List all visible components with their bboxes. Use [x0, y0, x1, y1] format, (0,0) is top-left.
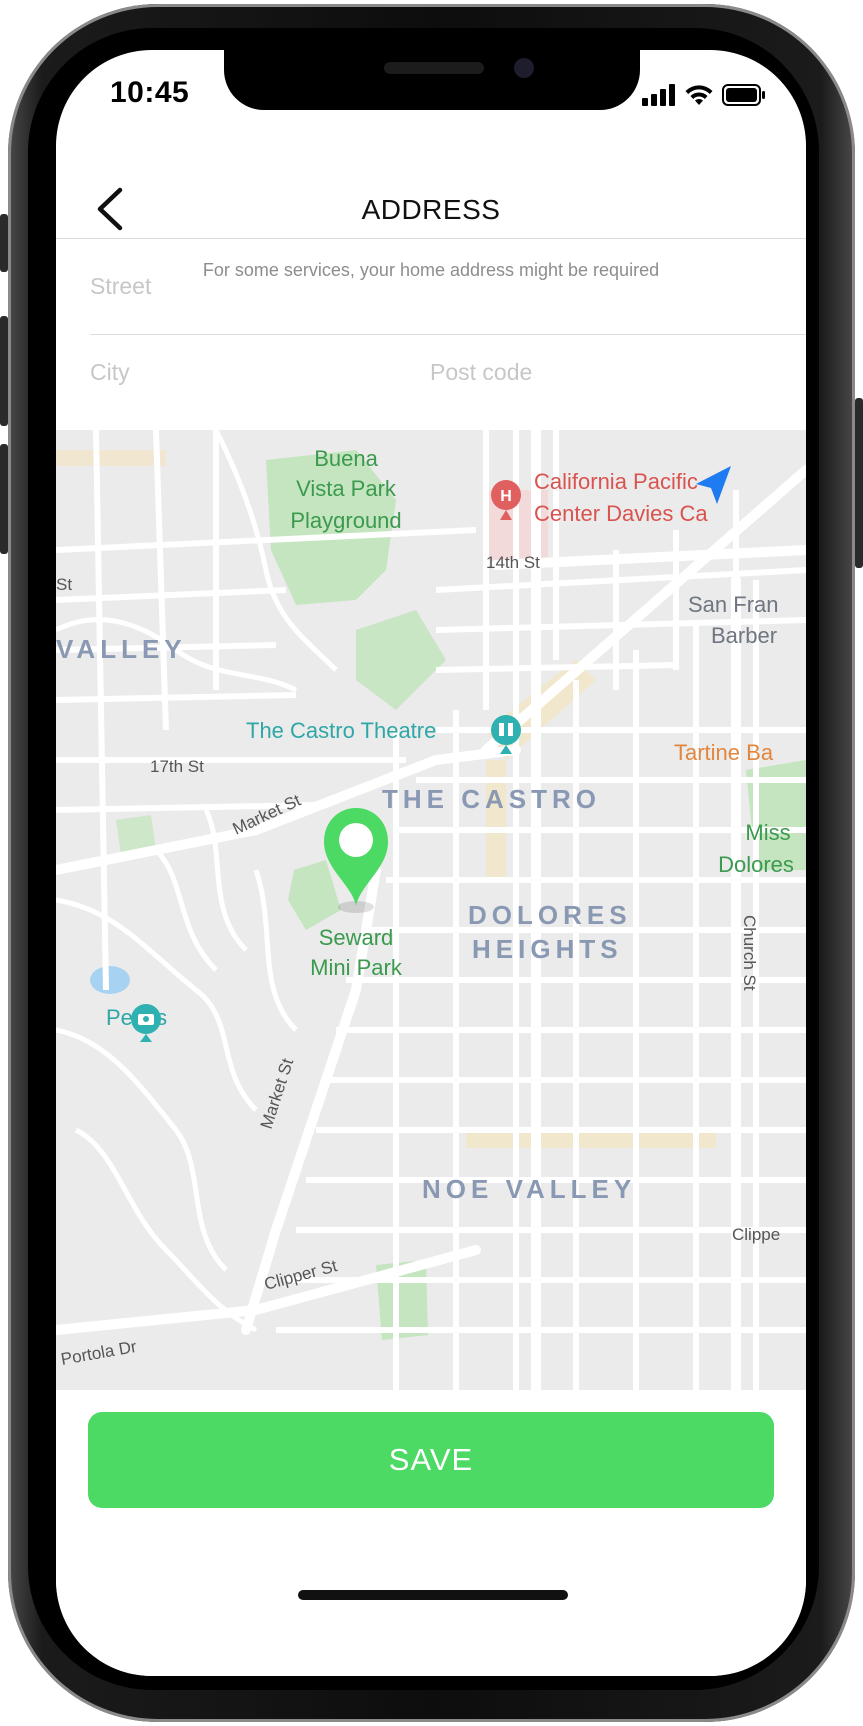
street-field[interactable] [90, 251, 770, 321]
front-camera [514, 58, 534, 78]
save-button[interactable]: SAVE [88, 1412, 774, 1508]
status-icons [642, 84, 766, 106]
map-label: Barber [711, 623, 777, 648]
header-divider [56, 238, 806, 239]
volume-down-button [0, 444, 8, 554]
commercial-strip [466, 1132, 716, 1148]
map-label: Tartine Ba [674, 740, 774, 765]
map-label: St [56, 575, 72, 594]
map-label: Miss [745, 820, 790, 845]
post-code-input[interactable] [430, 337, 770, 407]
wifi-icon [685, 85, 713, 105]
power-button [855, 398, 863, 568]
map-label: Vista Park [296, 476, 397, 501]
notch [224, 50, 640, 110]
city-field[interactable] [90, 337, 410, 407]
volume-up-button [0, 316, 8, 426]
screen: 10:45 ADDRESS For some services, your ho… [56, 50, 806, 1676]
map-label: Playground [290, 508, 401, 533]
city-input[interactable] [90, 337, 410, 407]
map-label: Clippe [732, 1225, 780, 1244]
neighborhood-label: HEIGHTS [472, 934, 623, 964]
home-indicator[interactable] [298, 1590, 568, 1600]
commercial-strip [56, 450, 166, 466]
svg-text:H: H [500, 488, 512, 505]
street-input[interactable] [90, 251, 770, 321]
map-label: San Fran [688, 592, 779, 617]
map-label: Center Davies Ca [534, 501, 708, 526]
map-label: 14th St [486, 553, 540, 572]
map-label: Dolores [718, 852, 794, 877]
neighborhood-label: VALLEY [56, 634, 187, 664]
pond [90, 966, 130, 994]
neighborhood-label: NOE VALLEY [422, 1174, 636, 1204]
page-title: ADDRESS [361, 194, 501, 225]
street-divider [90, 334, 806, 335]
map-label: Mini Park [310, 955, 403, 980]
signal-icon [642, 84, 675, 106]
map-label: California Pacific [534, 469, 698, 494]
map-label: Seward [319, 925, 394, 950]
map-label: Church St [740, 915, 759, 991]
map-view[interactable]: Buena Vista Park Playground Seward Mini … [56, 430, 806, 1390]
speaker-grille [384, 62, 484, 74]
footer: SAVE [56, 1390, 806, 1676]
neighborhood-label: DOLORES [468, 900, 632, 930]
map-label: 17th St [150, 757, 204, 776]
status-time: 10:45 [110, 76, 190, 109]
map-label: Buena [314, 446, 378, 471]
map-label: The Castro Theatre [246, 718, 436, 743]
neighborhood-label: THE CASTRO [382, 784, 601, 814]
post-code-field[interactable] [430, 337, 770, 407]
battery-icon [722, 84, 765, 106]
silent-switch [0, 214, 8, 272]
